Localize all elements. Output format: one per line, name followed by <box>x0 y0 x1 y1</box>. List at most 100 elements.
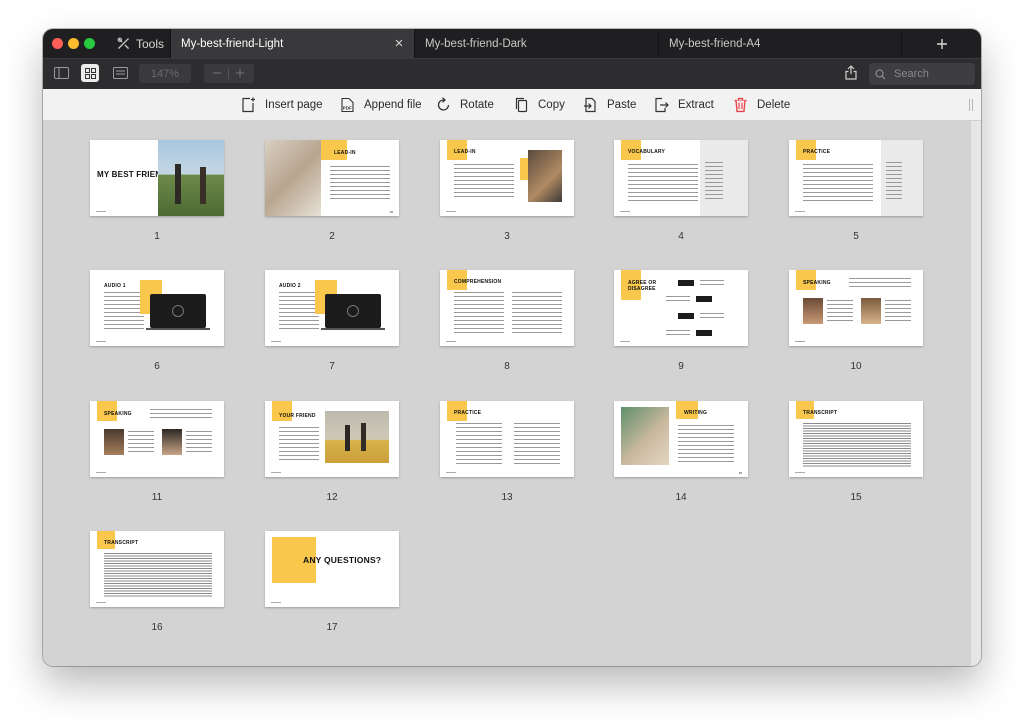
text-lines <box>514 423 560 465</box>
slide-title: MY BEST FRIEND <box>97 170 168 179</box>
page-mark <box>390 211 393 213</box>
sidebar-icon <box>53 67 69 79</box>
zoom-in-icon[interactable] <box>235 68 245 78</box>
page-thumbnail-12[interactable]: YOUR FRIEND <box>265 401 399 477</box>
text-lines <box>454 292 504 334</box>
person-photo <box>162 429 182 455</box>
slide-title: AUDIO 1 <box>104 283 126 289</box>
tab-my-best-friend-light[interactable]: My-best-friend-Light <box>170 29 414 58</box>
tab-my-best-friend-a4[interactable]: My-best-friend-A4 <box>658 29 901 58</box>
figure-shape <box>175 164 181 204</box>
page-thumbnail-3[interactable]: LEAD-IN <box>440 140 574 216</box>
page-number-label: 13 <box>501 492 513 503</box>
page-number-label: 9 <box>678 361 684 372</box>
page-thumbnail-grid: MY BEST FRIEND 1 LEAD-IN 2 LEAD-IN 3 VOC… <box>43 121 981 666</box>
rotate-label: Rotate <box>460 99 494 111</box>
tools-icon <box>117 37 129 49</box>
text-lines <box>104 292 144 332</box>
trash-icon <box>734 97 747 113</box>
page-thumbnail-5[interactable]: PRACTICE <box>789 140 923 216</box>
tab-label: My-best-friend-A4 <box>669 37 761 50</box>
sidebar-toggle-button[interactable] <box>52 64 70 82</box>
page-thumbnail-4[interactable]: VOCABULARY <box>614 140 748 216</box>
page-thumbnail-11[interactable]: SPEAKING <box>90 401 224 477</box>
slide-title: AGREE OR DISAGREE <box>628 280 657 292</box>
rotate-button[interactable]: Rotate <box>436 89 494 121</box>
delete-label: Delete <box>757 99 791 111</box>
rotate-icon <box>437 97 450 111</box>
tab-my-best-friend-dark[interactable]: My-best-friend-Dark <box>414 29 658 58</box>
page-number-label: 15 <box>850 492 862 503</box>
zoom-out-icon[interactable] <box>212 68 222 78</box>
slide-title: PRACTICE <box>454 410 482 416</box>
scrollbar-track[interactable] <box>971 121 981 666</box>
page-number-label: 17 <box>326 622 338 633</box>
person-photo <box>861 298 881 324</box>
slide-title: SPEAKING <box>803 280 831 286</box>
close-window-button[interactable] <box>52 38 63 49</box>
slide-footer <box>795 472 805 473</box>
page-thumbnail-17[interactable]: ANY QUESTIONS? <box>265 531 399 607</box>
svg-text:PDF: PDF <box>343 106 352 111</box>
slide-title: LEAD-IN <box>454 149 476 155</box>
text-lines <box>885 300 911 322</box>
copy-label: Copy <box>538 99 565 111</box>
insert-page-button[interactable]: Insert page <box>241 89 323 121</box>
slide-title: COMPREHENSION <box>454 279 502 285</box>
copy-icon <box>515 97 528 113</box>
append-file-label: Append file <box>364 99 422 111</box>
new-tab-button[interactable] <box>901 29 981 58</box>
zoom-stepper <box>204 64 254 83</box>
text-lines <box>803 164 873 204</box>
page-thumbnail-15[interactable]: TRANSCRIPT <box>789 401 923 477</box>
zoom-window-button[interactable] <box>84 38 95 49</box>
extract-button[interactable]: Extract <box>654 89 714 121</box>
page-thumbnail-8[interactable]: COMPREHENSION <box>440 270 574 346</box>
page-thumbnail-13[interactable]: PRACTICE <box>440 401 574 477</box>
page-thumbnail-7[interactable]: AUDIO 2 <box>265 270 399 346</box>
paste-label: Paste <box>607 99 637 111</box>
laptop-base <box>321 328 385 330</box>
slide-title: SPEAKING <box>104 411 132 417</box>
tab-label: My-best-friend-Dark <box>425 37 527 50</box>
page-number-label: 16 <box>151 622 163 633</box>
page-thumbnail-16[interactable]: TRANSCRIPT <box>90 531 224 607</box>
zoom-level-field[interactable]: 147% <box>139 64 191 83</box>
page-view-button[interactable] <box>111 64 129 82</box>
slide-footer <box>620 211 630 212</box>
append-pdf-icon: PDF <box>341 97 354 113</box>
page-thumbnail-1[interactable]: MY BEST FRIEND <box>90 140 224 216</box>
page-thumbnail-6[interactable]: AUDIO 1 <box>90 270 224 346</box>
tab-bar: Tools My-best-friend-Light My-best-frien… <box>43 29 981 58</box>
page-thumbnail-14[interactable]: WRITING <box>614 401 748 477</box>
slide-title: PRACTICE <box>803 149 831 155</box>
page-thumbnail-2[interactable]: LEAD-IN <box>265 140 399 216</box>
append-file-button[interactable]: PDF Append file <box>340 89 422 121</box>
toolbar-grip-handle[interactable] <box>969 99 973 111</box>
page-number-label: 14 <box>675 492 687 503</box>
figure-shape <box>345 425 350 451</box>
play-icon <box>347 305 359 317</box>
figure-shape <box>361 423 366 451</box>
text-lines <box>512 292 562 334</box>
text-lines <box>628 164 698 204</box>
paste-button[interactable]: Paste <box>583 89 636 121</box>
close-tab-icon[interactable] <box>393 37 405 49</box>
page-number-label: 10 <box>850 361 862 372</box>
text-lines <box>827 300 853 322</box>
grid-view-button[interactable] <box>81 64 99 82</box>
page-thumbnail-10[interactable]: SPEAKING <box>789 270 923 346</box>
minimize-window-button[interactable] <box>68 38 79 49</box>
copy-button[interactable]: Copy <box>514 89 565 121</box>
slide-footer <box>96 341 106 342</box>
search-input[interactable]: Search <box>869 63 975 85</box>
tools-button[interactable]: Tools <box>117 29 164 58</box>
text-lines <box>700 280 724 288</box>
page-thumbnail-9[interactable]: AGREE OR DISAGREE <box>614 270 748 346</box>
extract-icon <box>655 97 669 113</box>
page-number-label: 8 <box>504 361 510 372</box>
delete-button[interactable]: Delete <box>733 89 790 121</box>
share-icon[interactable] <box>845 65 857 80</box>
text-lines <box>150 409 212 419</box>
word-list <box>705 162 723 202</box>
